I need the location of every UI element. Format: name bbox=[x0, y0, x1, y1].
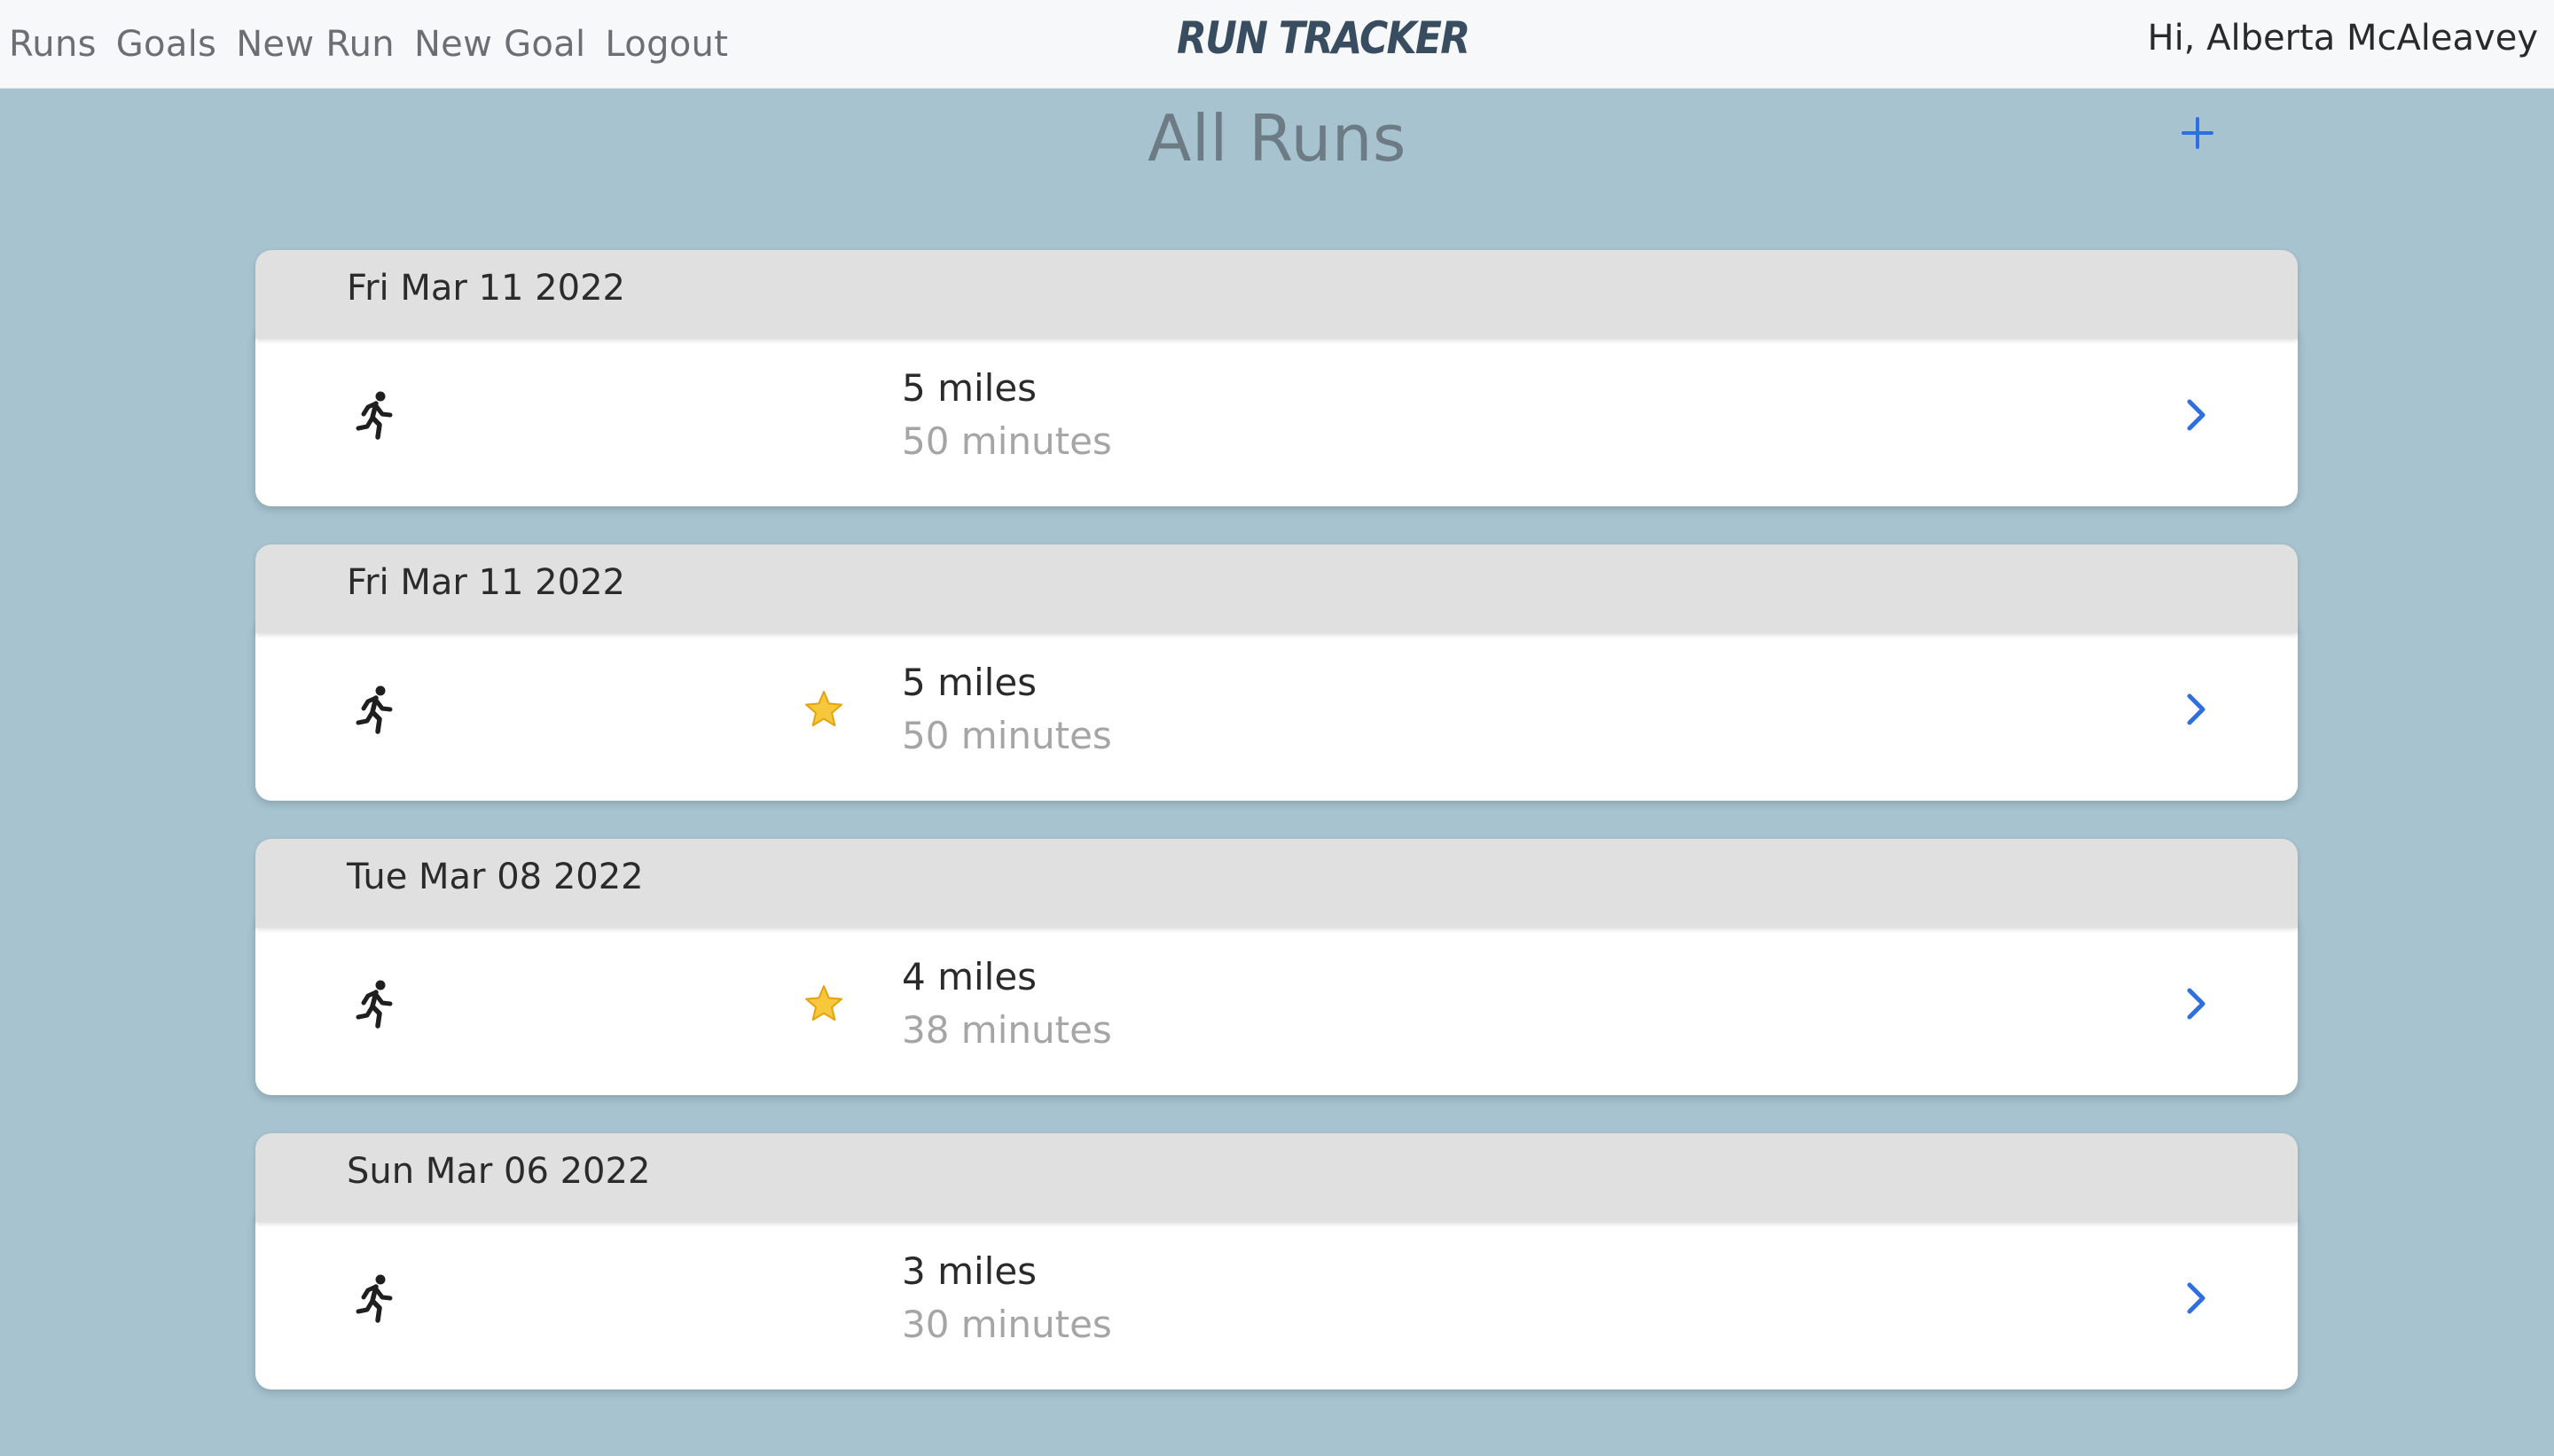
run-distance: 5 miles bbox=[902, 661, 1038, 704]
run-list: 5 miles 50 minutes Fri Mar 11 2022 5 mil… bbox=[255, 250, 2298, 1428]
run-distance: 5 miles bbox=[902, 366, 1038, 410]
run-duration: 50 minutes bbox=[902, 714, 1112, 757]
nav-link-new-run[interactable]: New Run bbox=[236, 24, 395, 65]
run-distance: 4 miles bbox=[902, 955, 1038, 998]
nav-link-goals[interactable]: Goals bbox=[116, 24, 216, 65]
chevron-right-icon[interactable] bbox=[2182, 396, 2210, 434]
run-duration: 38 minutes bbox=[902, 1008, 1112, 1052]
run-group: 4 miles 38 minutes Tue Mar 08 2022 bbox=[255, 839, 2298, 1133]
chevron-right-icon[interactable] bbox=[2182, 985, 2210, 1022]
run-date-header: Fri Mar 11 2022 bbox=[255, 544, 2298, 633]
star-icon bbox=[805, 985, 842, 1022]
user-greeting: Hi, Alberta McAleavey bbox=[2147, 18, 2538, 59]
run-date-header: Tue Mar 08 2022 bbox=[255, 839, 2298, 928]
runner-icon bbox=[356, 980, 393, 1029]
run-group: 5 miles 50 minutes Fri Mar 11 2022 bbox=[255, 544, 2298, 839]
run-distance: 3 miles bbox=[902, 1249, 1038, 1293]
nav-link-runs[interactable]: Runs bbox=[9, 24, 97, 65]
nav-link-logout[interactable]: Logout bbox=[605, 24, 728, 65]
run-card[interactable]: 3 miles 30 minutes bbox=[255, 1207, 2298, 1389]
run-duration: 50 minutes bbox=[902, 419, 1112, 463]
runner-icon bbox=[356, 1274, 393, 1323]
nav-link-new-goal[interactable]: New Goal bbox=[414, 24, 585, 65]
run-card[interactable]: 5 miles 50 minutes bbox=[255, 618, 2298, 801]
run-group: 5 miles 50 minutes Fri Mar 11 2022 bbox=[255, 250, 2298, 544]
run-date: Fri Mar 11 2022 bbox=[347, 562, 625, 603]
runner-icon bbox=[356, 391, 393, 440]
run-date-header: Sun Mar 06 2022 bbox=[255, 1133, 2298, 1222]
star-icon bbox=[805, 691, 842, 727]
add-run-button[interactable] bbox=[2180, 115, 2215, 151]
run-date: Tue Mar 08 2022 bbox=[347, 857, 644, 897]
run-date: Fri Mar 11 2022 bbox=[347, 268, 625, 309]
nav-links: Runs Goals New Run New Goal Logout bbox=[9, 0, 748, 89]
page-title: All Runs bbox=[1148, 101, 1406, 176]
top-navbar: Runs Goals New Run New Goal Logout RUN T… bbox=[0, 0, 2554, 89]
runner-icon bbox=[356, 685, 393, 734]
chevron-right-icon[interactable] bbox=[2182, 1280, 2210, 1317]
run-group: 3 miles 30 minutes Sun Mar 06 2022 bbox=[255, 1133, 2298, 1428]
run-date-header: Fri Mar 11 2022 bbox=[255, 250, 2298, 339]
run-date: Sun Mar 06 2022 bbox=[347, 1151, 651, 1192]
chevron-right-icon[interactable] bbox=[2182, 691, 2210, 728]
run-card[interactable]: 4 miles 38 minutes bbox=[255, 912, 2298, 1095]
run-card[interactable]: 5 miles 50 minutes bbox=[255, 324, 2298, 506]
brand-logo[interactable]: RUN TRACKER bbox=[1177, 12, 1470, 64]
run-duration: 30 minutes bbox=[902, 1303, 1112, 1346]
